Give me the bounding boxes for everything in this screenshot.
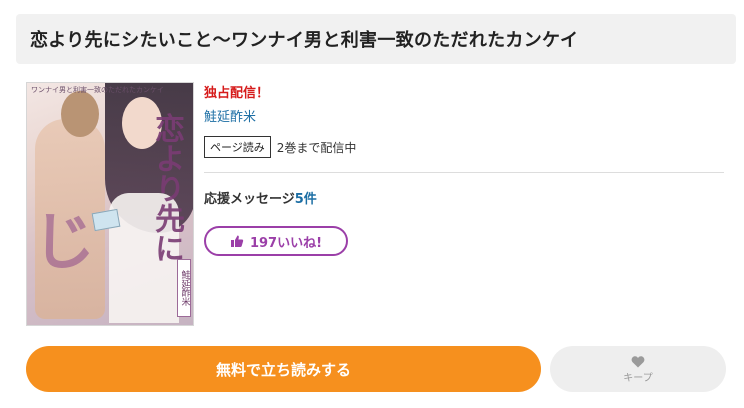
- author-link[interactable]: 鮭延酢米: [204, 106, 256, 125]
- like-button[interactable]: 197いいね!: [204, 226, 348, 256]
- free-read-label: 無料で立ち読みする: [215, 361, 351, 379]
- divider: [204, 172, 724, 173]
- cover-art-head-man: [61, 91, 99, 137]
- support-messages-link[interactable]: 応援メッセージ5件: [204, 188, 317, 207]
- support-count: 5件: [294, 192, 317, 207]
- distribution-text: 2巻まで配信中: [276, 140, 357, 155]
- support-label: 応援メッセージ: [204, 192, 295, 207]
- exclusive-label: 独占配信！: [204, 86, 270, 101]
- keep-label: キープ: [623, 372, 653, 384]
- free-read-button[interactable]: 無料で立ち読みする: [26, 346, 541, 392]
- like-count: 197: [249, 235, 278, 251]
- title-bar: 恋より先にシたいこと〜ワンナイ男と利害一致のただれたカンケイ: [16, 14, 736, 64]
- heart-icon: [631, 355, 645, 368]
- page-title: 恋より先にシたいこと〜ワンナイ男と利害一致のただれたカンケイ: [30, 30, 579, 51]
- keep-button[interactable]: キープ: [550, 346, 726, 392]
- like-label: いいね!: [277, 235, 323, 251]
- cover-big-hira: じ: [33, 205, 96, 278]
- read-type-badge: ページ読み: [204, 136, 271, 158]
- thumbs-up-icon: [230, 234, 244, 248]
- book-cover[interactable]: ワンナイ男と利害一致のただれたカンケイ 恋より先に じ 鮭延酢米: [26, 82, 194, 326]
- cover-big-title: 恋より先に: [149, 113, 184, 263]
- cover-author-tag: 鮭延酢米: [177, 259, 191, 317]
- cover-series-line: ワンナイ男と利害一致のただれたカンケイ: [31, 86, 164, 94]
- distribution-row: ページ読み 2巻まで配信中: [204, 136, 356, 158]
